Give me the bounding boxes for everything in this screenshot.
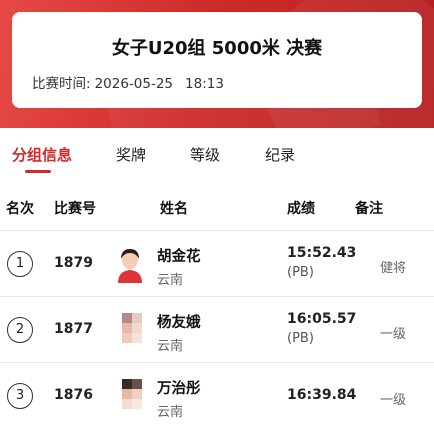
active-tab-indicator xyxy=(25,170,51,173)
col-bib: 比赛号 xyxy=(54,201,96,217)
result-time: 16:39.84 xyxy=(287,387,357,403)
athlete-name: 杨友娥 xyxy=(157,315,201,331)
tab-records[interactable]: 纪录 xyxy=(265,144,295,165)
grade-note: 一级 xyxy=(380,393,407,408)
table-row[interactable]: 1 1879 胡金花 云南 15:52.43 (PB) 健将 xyxy=(0,230,434,297)
grade-note: 一级 xyxy=(380,327,407,342)
tab-grades[interactable]: 等级 xyxy=(190,144,220,165)
table-row[interactable]: 2 1877 杨友娥 云南 16:05.57 (PB) 一级 xyxy=(0,296,434,363)
col-name: 姓名 xyxy=(160,201,188,217)
result-time: 15:52.43 xyxy=(287,245,357,261)
athlete-avatar xyxy=(112,245,148,283)
bib-number: 1879 xyxy=(54,255,93,271)
pb-badge: (PB) xyxy=(287,331,314,346)
event-info-card: 女子U20组 5000米 决赛 比赛时间: 2026-05-25 18:13 xyxy=(12,12,422,108)
tab-group-info[interactable]: 分组信息 xyxy=(12,144,72,165)
col-result: 成绩 xyxy=(287,201,315,217)
athlete-region: 云南 xyxy=(157,273,184,288)
table-row[interactable]: 3 1876 万治彤 云南 16:39.84 一级 xyxy=(0,362,434,429)
table-header: 名次 比赛号 姓名 成绩 备注 xyxy=(0,188,434,224)
event-date: 2026-05-25 xyxy=(94,76,174,92)
athlete-avatar xyxy=(112,311,148,349)
bib-number: 1876 xyxy=(54,387,93,403)
athlete-region: 云南 xyxy=(157,405,184,420)
event-clock: 18:13 xyxy=(185,76,224,92)
col-note: 备注 xyxy=(355,201,383,217)
athlete-name: 万治彤 xyxy=(157,381,201,397)
col-rank: 名次 xyxy=(6,201,34,217)
event-time: 比赛时间: 2026-05-25 18:13 xyxy=(32,72,224,92)
rank-badge: 2 xyxy=(7,317,33,343)
rank-badge: 3 xyxy=(7,383,33,409)
athlete-avatar xyxy=(112,377,148,415)
event-title: 女子U20组 5000米 决赛 xyxy=(111,38,323,59)
result-time: 16:05.57 xyxy=(287,311,357,327)
tab-medals[interactable]: 奖牌 xyxy=(116,144,146,165)
athlete-region: 云南 xyxy=(157,339,184,354)
pb-badge: (PB) xyxy=(287,265,314,280)
grade-note: 健将 xyxy=(380,261,407,276)
rank-badge: 1 xyxy=(7,251,33,277)
tab-bar: 分组信息 奖牌 等级 纪录 xyxy=(0,128,434,176)
athlete-name: 胡金花 xyxy=(157,249,201,265)
bib-number: 1877 xyxy=(54,321,93,337)
event-time-label: 比赛时间: xyxy=(32,76,91,92)
